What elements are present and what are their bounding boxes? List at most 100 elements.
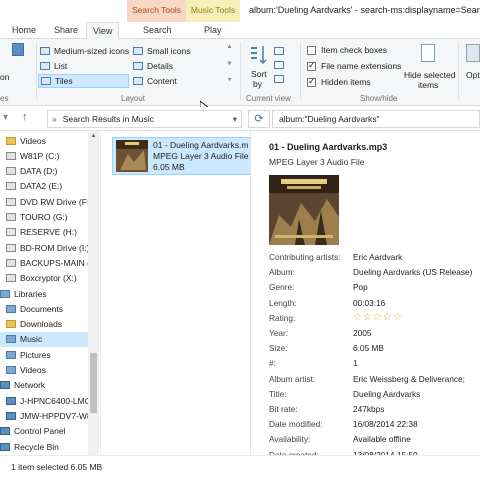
- file-name-extensions-toggle[interactable]: File name extensions: [307, 60, 401, 71]
- nav-item[interactable]: BD-ROM Drive (I:): [0, 240, 89, 255]
- tab-play[interactable]: Play: [204, 25, 222, 35]
- address-dropdown-icon[interactable]: ▾: [233, 114, 237, 125]
- layout-tiles[interactable]: Tiles: [38, 74, 129, 88]
- nav-scrollbar[interactable]: ▲: [88, 131, 99, 455]
- network-icon: [0, 381, 10, 390]
- property-value[interactable]: Available offline: [353, 434, 411, 444]
- details-subtitle: MPEG Layer 3 Audio File: [269, 157, 365, 167]
- control-panel-icon: [0, 427, 10, 436]
- window-title: album:'Dueling Aardvarks' - search-ms:di…: [249, 5, 480, 15]
- layout-content[interactable]: Content: [133, 74, 177, 88]
- layout-scroll-up[interactable]: ▲: [225, 44, 234, 50]
- star-icon[interactable]: ☆: [373, 312, 383, 323]
- property-row: Date modified: 16/08/2014 22:38: [269, 419, 480, 432]
- file-tile[interactable]: 01 - Dueling Aardvarks.m MPEG Layer 3 Au…: [112, 137, 251, 175]
- property-key: Album:: [269, 267, 295, 278]
- address-path-text: Search Results in Music: [62, 114, 154, 124]
- nav-item-label: Videos: [20, 135, 46, 146]
- hide-selected-label[interactable]: Hide selected: [404, 70, 456, 80]
- nav-item[interactable]: TOURO (G:): [0, 210, 88, 225]
- property-value[interactable]: 1: [353, 358, 358, 368]
- star-icon[interactable]: ☆: [363, 312, 373, 323]
- options-icon[interactable]: [466, 44, 480, 62]
- layout-small-icons[interactable]: Small icons: [133, 44, 190, 58]
- property-value[interactable]: 00:03:16: [353, 298, 385, 308]
- pane-icon[interactable]: [12, 43, 24, 56]
- layout-scroll-down[interactable]: ▼: [225, 61, 234, 67]
- search-input[interactable]: album:"Dueling Aardvarks": [272, 110, 480, 128]
- nav-item[interactable]: Control Panel: [0, 424, 88, 439]
- nav-item[interactable]: Recycle Bin: [0, 439, 88, 454]
- folder-icon: [6, 136, 16, 145]
- layout-details[interactable]: Details: [133, 59, 173, 73]
- property-value[interactable]: Dueling Aardvarks: [353, 389, 420, 399]
- nav-item[interactable]: J-HPNC6400-LMQ: [0, 393, 91, 408]
- computer-icon: [6, 411, 16, 420]
- scroll-up-icon[interactable]: ▲: [88, 133, 99, 139]
- hidden-items-toggle[interactable]: Hidden items: [307, 76, 371, 87]
- property-row: Genre: Pop: [269, 282, 480, 295]
- rating-stars[interactable]: ☆☆☆☆☆: [353, 312, 403, 323]
- tab-view[interactable]: View: [86, 22, 120, 40]
- property-value[interactable]: Eric Aardvark: [353, 252, 402, 262]
- nav-item[interactable]: DATA2 (E:): [0, 179, 88, 194]
- nav-item[interactable]: DATA (D:): [0, 164, 88, 179]
- size-columns-icon[interactable]: [274, 75, 284, 83]
- nav-item[interactable]: W81P (C:): [0, 148, 88, 163]
- sort-by-label-2[interactable]: by: [253, 79, 262, 89]
- star-icon[interactable]: ☆: [383, 312, 393, 323]
- scroll-thumb[interactable]: [90, 353, 97, 413]
- drive-icon: [6, 258, 16, 267]
- breadcrumb-chevron-icon[interactable]: »: [52, 114, 57, 124]
- layout-medium-icons[interactable]: Medium-sized icons: [40, 44, 129, 58]
- hide-selected-icon[interactable]: [421, 44, 435, 62]
- star-icon[interactable]: ☆: [393, 312, 403, 323]
- tab-home[interactable]: Home: [12, 25, 36, 35]
- refresh-button[interactable]: ⟳: [248, 110, 270, 128]
- nav-item-label: Recycle Bin: [14, 441, 59, 452]
- sort-by-label[interactable]: Sort: [251, 69, 267, 79]
- nav-item[interactable]: Boxcryptor (X:): [0, 271, 88, 286]
- tab-search[interactable]: Search: [143, 25, 172, 35]
- nav-item[interactable]: Music: [0, 331, 88, 347]
- nav-item[interactable]: Videos: [0, 363, 88, 378]
- property-value[interactable]: Pop: [353, 282, 368, 292]
- nav-item[interactable]: RESERVE (H:): [0, 225, 88, 240]
- recent-locations-icon[interactable]: ▾: [3, 112, 8, 123]
- property-value[interactable]: Dueling Aardvarks (US Release): [353, 267, 472, 277]
- property-value[interactable]: 6.05 MB: [353, 343, 384, 353]
- star-icon[interactable]: ☆: [353, 312, 363, 323]
- group-by-icon[interactable]: [274, 47, 284, 55]
- property-value[interactable]: 247kbps: [353, 404, 384, 414]
- address-path[interactable]: » Search Results in Music ▾: [47, 110, 242, 128]
- nav-item-label: Downloads: [20, 319, 63, 330]
- ribbon-separator: [458, 42, 459, 100]
- nav-item[interactable]: Downloads: [0, 317, 88, 332]
- options-label[interactable]: Opti: [466, 70, 480, 80]
- property-key: Length:: [269, 297, 297, 308]
- layout-expand[interactable]: ▾: [225, 76, 234, 83]
- drive-icon: [6, 197, 16, 206]
- sort-by-icon[interactable]: [250, 45, 268, 65]
- nav-item[interactable]: DVD RW Drive (F:): [0, 194, 92, 209]
- tab-share[interactable]: Share: [54, 25, 78, 35]
- nav-item[interactable]: JMW-HPPDV7-W81P: [0, 408, 99, 423]
- nav-item[interactable]: Pictures: [0, 347, 88, 362]
- hidden-items-checkbox[interactable]: [307, 76, 316, 87]
- hide-selected-label-2[interactable]: items: [418, 80, 438, 90]
- nav-item[interactable]: Libraries: [0, 286, 88, 301]
- property-row: Length: 00:03:16: [269, 298, 480, 311]
- file-name-extensions-checkbox[interactable]: [307, 60, 316, 71]
- nav-item[interactable]: Videos: [0, 133, 88, 148]
- property-value[interactable]: Eric Weissberg & Deliverance;: [353, 374, 465, 384]
- layout-list[interactable]: List: [40, 59, 67, 73]
- up-arrow-icon[interactable]: ↑: [22, 111, 28, 123]
- nav-item[interactable]: Documents: [0, 301, 88, 316]
- property-value[interactable]: 2005: [353, 328, 371, 338]
- item-checkboxes-checkbox[interactable]: [307, 45, 316, 55]
- nav-item[interactable]: BACKUPS-MAIN (J:): [0, 255, 99, 270]
- item-checkboxes-toggle[interactable]: Item check boxes: [307, 45, 387, 55]
- nav-item[interactable]: Network: [0, 378, 88, 393]
- property-value[interactable]: 16/08/2014 22:38: [353, 419, 418, 429]
- add-columns-icon[interactable]: [274, 61, 284, 69]
